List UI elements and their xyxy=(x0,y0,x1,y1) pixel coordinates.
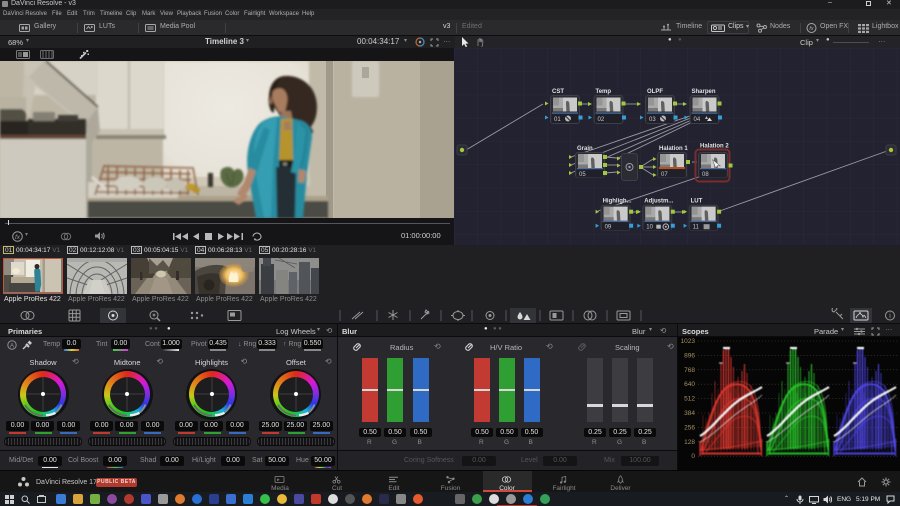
svg-text:1023: 1023 xyxy=(681,338,696,345)
svg-text:A: A xyxy=(10,342,15,349)
svg-text:11: 11 xyxy=(693,225,700,231)
svg-text:i: i xyxy=(889,313,891,320)
svg-text:03: 03 xyxy=(649,117,656,123)
svg-text:09: 09 xyxy=(605,225,612,231)
svg-text:01: 01 xyxy=(554,117,561,123)
svg-text:896: 896 xyxy=(684,352,695,359)
svg-text:LUT: LUT xyxy=(691,199,703,205)
svg-text:fx: fx xyxy=(809,26,814,32)
svg-text:Sharpen: Sharpen xyxy=(692,89,716,95)
svg-text:04: 04 xyxy=(694,117,701,123)
svg-text:08: 08 xyxy=(702,172,709,178)
svg-text:OLPF: OLPF xyxy=(647,89,663,95)
svg-text:512: 512 xyxy=(684,396,695,403)
svg-text:256: 256 xyxy=(684,424,695,431)
svg-text:Grain: Grain xyxy=(577,146,593,152)
svg-text:128: 128 xyxy=(684,439,695,446)
svg-text:02: 02 xyxy=(598,117,605,123)
svg-text:Adjustm...: Adjustm... xyxy=(644,199,673,205)
svg-text:Halation 1: Halation 1 xyxy=(659,146,688,152)
svg-text:CST: CST xyxy=(552,89,564,95)
svg-text:10: 10 xyxy=(646,225,653,231)
svg-text:384: 384 xyxy=(684,410,695,417)
svg-text:Temp: Temp xyxy=(596,89,612,95)
svg-text:Highligh...: Highligh... xyxy=(603,199,632,205)
svg-text:640: 640 xyxy=(684,381,695,388)
svg-text:05: 05 xyxy=(579,172,586,178)
svg-text:0: 0 xyxy=(691,453,695,460)
svg-text:fx: fx xyxy=(15,234,21,241)
svg-text:768: 768 xyxy=(684,367,695,374)
svg-text:07: 07 xyxy=(661,172,668,178)
